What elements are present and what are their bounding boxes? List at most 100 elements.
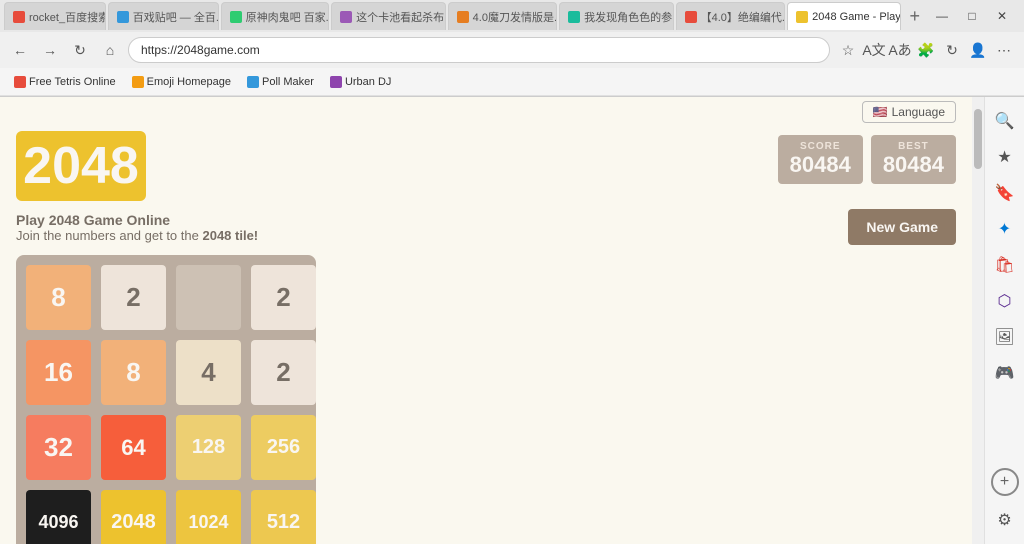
back-button[interactable]: ←	[8, 38, 32, 62]
window-controls: — □ ✕	[928, 2, 1020, 30]
tile-1-3: 2	[251, 340, 316, 405]
tile-3-2: 1024	[176, 490, 241, 544]
game-board[interactable]: 8 2 2 16 8 4 2 32 64 128 256 4096 2048 1…	[16, 255, 316, 544]
bookmark-poll[interactable]: Poll Maker	[241, 74, 320, 90]
tab-label: 原神肉鬼吧 百家...	[246, 9, 330, 25]
new-game-button[interactable]: New Game	[848, 209, 956, 245]
tab-favicon	[457, 11, 469, 23]
tab-2[interactable]: 百戏贴吧 — 全百... ✕	[108, 2, 219, 30]
page-content: 🇺🇸 Language 2048 SCORE 80484 BEST 80484	[0, 97, 972, 544]
game-desc-text: Play 2048 Game Online Join the numbers a…	[16, 212, 258, 243]
tab-5[interactable]: 4.0魔刀发情版是... ✕	[448, 2, 557, 30]
tile-2-1: 64	[101, 415, 166, 480]
settings-icon[interactable]: ⋯	[992, 38, 1016, 62]
favorites-icon[interactable]: ☆	[836, 38, 860, 62]
game-logo: 2048	[16, 131, 146, 201]
game-subtitle: Join the numbers and get to the 2048 til…	[16, 228, 258, 243]
bookmark-label: Urban DJ	[345, 76, 391, 88]
game-description: Play 2048 Game Online Join the numbers a…	[16, 209, 956, 245]
toolbar-icons: ☆ A文 Aあ 🧩 ↻ 👤 ⋯	[836, 38, 1016, 62]
address-bar-row: ← → ↻ ⌂ ☆ A文 Aあ 🧩 ↻ 👤 ⋯	[0, 32, 1024, 68]
bookmark-favicon	[330, 76, 342, 88]
best-label: BEST	[883, 141, 944, 152]
bookmark-emoji[interactable]: Emoji Homepage	[126, 74, 237, 90]
tab-label: 我发现角色色的参...	[584, 9, 673, 25]
sidebar-settings-icon[interactable]: ⚙	[989, 504, 1021, 536]
tab-favicon	[13, 11, 25, 23]
tab-6[interactable]: 我发现角色色的参... ✕	[559, 2, 673, 30]
sidebar-collections-icon[interactable]: 🔖	[989, 177, 1021, 209]
game-title: Play 2048 Game Online	[16, 212, 258, 228]
forward-button[interactable]: →	[38, 38, 62, 62]
sidebar-copilot-icon[interactable]: ✦	[989, 213, 1021, 245]
language-label: Language	[892, 105, 945, 119]
bookmark-label: Emoji Homepage	[147, 76, 231, 88]
browser-chrome: rocket_百度搜索 ✕ 百戏贴吧 — 全百... ✕ 原神肉鬼吧 百家...…	[0, 0, 1024, 97]
best-value: 80484	[883, 152, 944, 178]
translate-icon[interactable]: A文	[862, 38, 886, 62]
tile-1-2: 4	[176, 340, 241, 405]
extensions-icon[interactable]: 🧩	[914, 38, 938, 62]
address-input[interactable]	[128, 37, 830, 63]
score-value: 80484	[790, 152, 851, 178]
refresh-button[interactable]: ↻	[68, 38, 92, 62]
maximize-button[interactable]: □	[958, 2, 986, 30]
bookmark-label: Poll Maker	[262, 76, 314, 88]
profile-icon[interactable]: 👤	[966, 38, 990, 62]
tab-4[interactable]: 这个卡池看起杀布... ✕	[331, 2, 445, 30]
score-box: SCORE 80484	[778, 135, 863, 184]
close-button[interactable]: ✕	[988, 2, 1016, 30]
sidebar-shopping-icon[interactable]: 🛍	[989, 249, 1021, 281]
tab-favicon	[340, 11, 352, 23]
sidebar-favorites-icon[interactable]: ★	[989, 141, 1021, 173]
tile-0-0: 8	[26, 265, 91, 330]
tab-3[interactable]: 原神肉鬼吧 百家... ✕	[221, 2, 330, 30]
language-button[interactable]: 🇺🇸 Language	[862, 101, 956, 123]
best-box: BEST 80484	[871, 135, 956, 184]
tab-label: rocket_百度搜索	[29, 9, 106, 25]
bookmark-tetris[interactable]: Free Tetris Online	[8, 74, 122, 90]
tab-favicon	[685, 11, 697, 23]
sidebar-add-button[interactable]: +	[991, 468, 1019, 496]
home-button[interactable]: ⌂	[98, 38, 122, 62]
flag-icon: 🇺🇸	[873, 105, 888, 119]
bookmark-favicon	[132, 76, 144, 88]
sidebar-games-icon[interactable]: 🎮	[989, 357, 1021, 389]
game-wrapper: 🇺🇸 Language 2048 SCORE 80484 BEST 80484	[0, 97, 972, 544]
read-aloud-icon[interactable]: Aあ	[888, 38, 912, 62]
tile-2-2: 128	[176, 415, 241, 480]
bookmark-favicon	[247, 76, 259, 88]
tile-3-3: 512	[251, 490, 316, 544]
tab-7[interactable]: 【4.0】绝编编代... ✕	[676, 2, 785, 30]
bookmark-dj[interactable]: Urban DJ	[324, 74, 397, 90]
bookmark-label: Free Tetris Online	[29, 76, 116, 88]
bookmark-favicon	[14, 76, 26, 88]
tab-favicon	[796, 11, 808, 23]
target-text: 2048 tile!	[202, 228, 258, 243]
bookmarks-bar: Free Tetris Online Emoji Homepage Poll M…	[0, 68, 1024, 96]
tile-1-1: 8	[101, 340, 166, 405]
sidebar-tools-icon[interactable]: 🖼	[989, 321, 1021, 353]
tab-label: 百戏贴吧 — 全百...	[133, 9, 219, 25]
language-area: 🇺🇸 Language	[16, 97, 956, 123]
new-tab-button[interactable]: +	[903, 6, 926, 27]
tile-3-1: 2048	[101, 490, 166, 544]
scrollbar-thumb[interactable]	[974, 109, 982, 169]
tab-1[interactable]: rocket_百度搜索 ✕	[4, 2, 106, 30]
refresh-icon-2[interactable]: ↻	[940, 38, 964, 62]
tab-favicon	[568, 11, 580, 23]
tab-active[interactable]: 2048 Game - Play... ✕	[787, 2, 901, 30]
game-header: 2048 SCORE 80484 BEST 80484	[16, 123, 956, 209]
tab-label: 这个卡池看起杀布...	[356, 9, 445, 25]
minimize-button[interactable]: —	[928, 2, 956, 30]
tile-0-2	[176, 265, 241, 330]
tile-2-3: 256	[251, 415, 316, 480]
scrollbar[interactable]	[972, 97, 984, 544]
tab-favicon	[230, 11, 242, 23]
score-area: SCORE 80484 BEST 80484	[778, 131, 956, 184]
sidebar-apps-icon[interactable]: ⬡	[989, 285, 1021, 317]
tile-0-3: 2	[251, 265, 316, 330]
page-area: 🇺🇸 Language 2048 SCORE 80484 BEST 80484	[0, 97, 1024, 544]
sidebar-search-icon[interactable]: 🔍	[989, 105, 1021, 137]
tile-1-0: 16	[26, 340, 91, 405]
